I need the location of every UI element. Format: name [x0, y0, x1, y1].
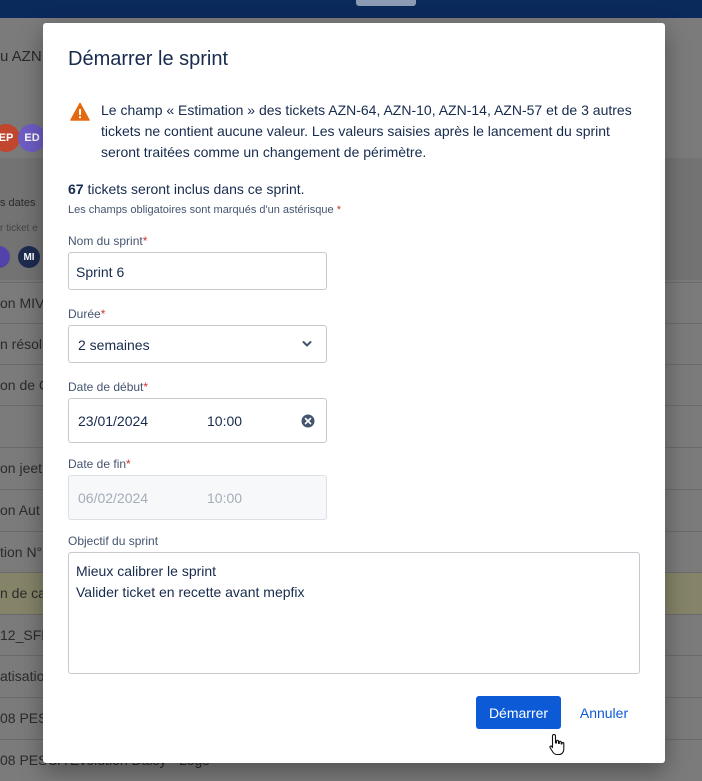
warning-text: Le champ « Estimation » des tickets AZN-… [101, 102, 632, 160]
sprint-goal-label: Objectif du sprint [68, 534, 159, 548]
row-title: on jeet [0, 460, 43, 476]
required-asterisk: * [126, 457, 131, 471]
row-title: on Aut [0, 502, 40, 518]
cancel-button[interactable]: Annuler [569, 696, 639, 729]
chevron-down-icon [302, 341, 312, 347]
label-text: Date de début [68, 380, 144, 394]
row-title: n de ca [0, 585, 46, 601]
hand-cursor-icon [549, 733, 565, 756]
dialog-title: Démarrer le sprint [68, 48, 229, 70]
top-navigation-bar [0, 0, 702, 18]
end-date-value: 06/02/2024 [78, 490, 149, 506]
end-time-value: 10:00 [207, 490, 243, 506]
top-bar-button[interactable] [356, 0, 416, 6]
required-asterisk: * [142, 234, 148, 248]
goal-line: Valider ticket en recette avant mepfix [76, 584, 305, 600]
required-note-text: Les champs obligatoires sont marqués d'u… [68, 204, 334, 216]
warning-icon [70, 102, 90, 121]
required-asterisk: * [100, 307, 106, 321]
row-title: on de C [0, 377, 50, 393]
duration-select[interactable]: 2 semaines [68, 325, 327, 363]
required-asterisk: * [143, 380, 149, 394]
duration-value: 2 semaines [78, 337, 150, 353]
required-asterisk: * [336, 204, 341, 216]
sprint-name-value: Sprint 6 [76, 264, 125, 280]
start-date-value[interactable]: 23/01/2024 [78, 413, 148, 429]
start-time-value[interactable]: 10:00 [207, 413, 242, 429]
start-sprint-dialog: Démarrer le sprint Le champ « Estimation… [43, 23, 665, 763]
ticket-count: 67 [68, 181, 84, 197]
label-text: Nom du sprint [68, 234, 143, 248]
goal-line: Mieux calibrer le sprint [76, 563, 217, 579]
required-fields-note: Les champs obligatoires sont marqués d'u… [68, 204, 341, 216]
start-date-label: Date de début* [68, 380, 148, 394]
row-title: tion N° [0, 544, 43, 560]
filter-sublabel: r ticket e [0, 223, 38, 234]
ticket-count-text: tickets seront inclus dans ce sprint. [83, 181, 305, 197]
start-date-picker[interactable]: 23/01/2024 10:00 [68, 398, 327, 443]
sprint-name-input[interactable]: Sprint 6 [68, 252, 327, 290]
label-text: Durée [68, 307, 101, 321]
ticket-count-line: 67 tickets seront inclus dans ce sprint. [68, 181, 305, 197]
avatar[interactable]: ED [18, 124, 46, 152]
row-title: 08 PES [0, 710, 48, 726]
filter-label: s dates [0, 197, 36, 209]
clear-icon[interactable] [301, 414, 315, 428]
sprint-goal-textarea[interactable]: Mieux calibrer le sprint Valider ticket … [68, 552, 640, 674]
row-title: on MIV [0, 295, 45, 311]
end-date-label: Date de fin* [68, 457, 131, 471]
start-sprint-button[interactable]: Démarrer [476, 696, 561, 729]
avatar[interactable]: MI [18, 246, 40, 268]
duration-label: Durée* [68, 307, 105, 321]
label-text: Date de fin [68, 457, 127, 471]
row-title: atisatio [0, 668, 45, 684]
sprint-name-label: Nom du sprint* [68, 234, 147, 248]
end-date-picker: 06/02/2024 10:00 [68, 475, 327, 520]
project-title: u AZN [0, 48, 42, 65]
